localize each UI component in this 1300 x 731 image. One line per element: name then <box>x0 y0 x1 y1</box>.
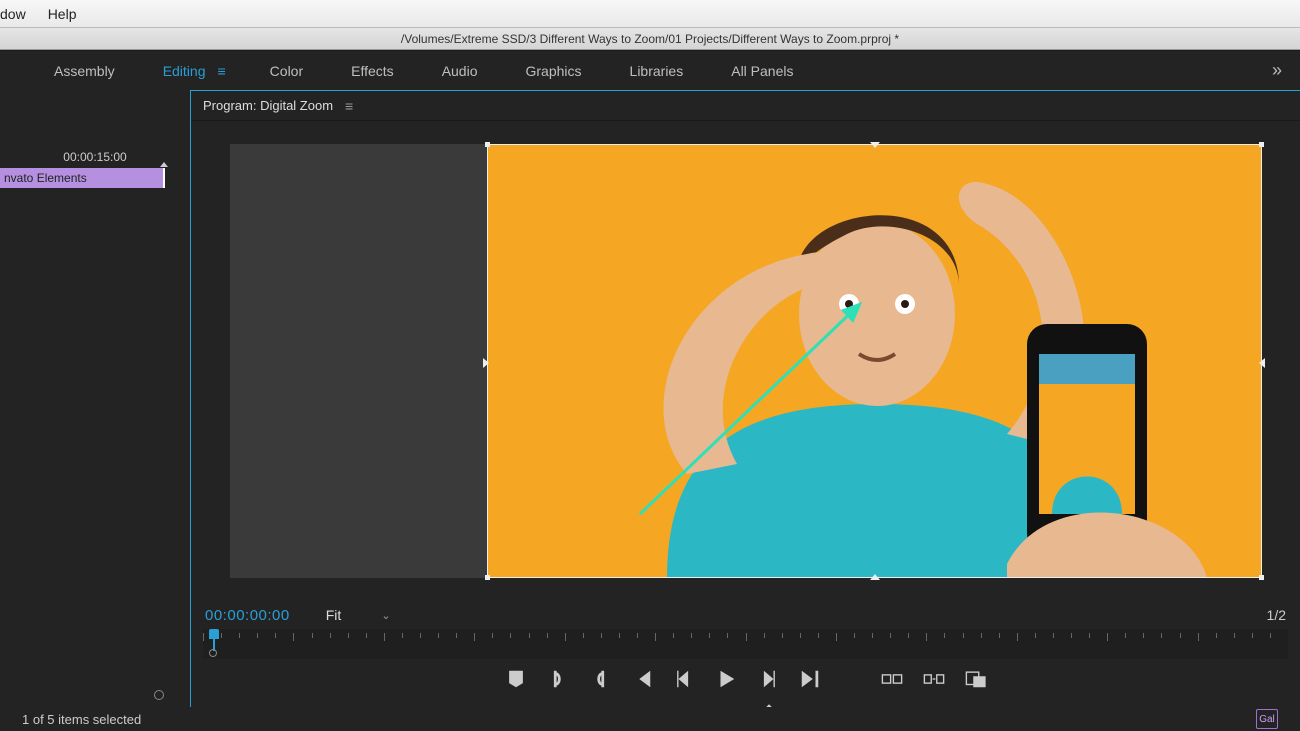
monitor-info-row: 00:00:00:00 Fit ⌄ 1/2 <box>191 601 1300 629</box>
current-timecode[interactable]: 00:00:00:00 <box>205 607 290 624</box>
program-mini-timeline[interactable] <box>203 629 1288 659</box>
workspace-libraries[interactable]: Libraries <box>606 51 708 91</box>
go-to-in-button[interactable] <box>631 668 653 690</box>
handle-br[interactable] <box>1259 575 1264 580</box>
program-panel-tab[interactable]: Program: Digital Zoom ≡ <box>191 91 1300 121</box>
handle-tr[interactable] <box>1259 142 1264 147</box>
handle-bottom[interactable] <box>870 574 880 580</box>
clip-bar[interactable]: nvato Elements <box>0 168 165 188</box>
add-marker-button[interactable] <box>505 668 527 690</box>
zoom-select[interactable]: Fit ⌄ <box>326 607 391 623</box>
monitor-canvas-area[interactable] <box>191 121 1300 601</box>
extract-button[interactable] <box>923 668 945 690</box>
zoom-scroll-handle[interactable] <box>209 649 217 657</box>
zoom-value: Fit <box>326 607 342 623</box>
mark-out-button[interactable] <box>589 668 611 690</box>
program-panel-title: Program: Digital Zoom <box>203 98 333 113</box>
video-content-illustration <box>487 144 1262 578</box>
handle-top[interactable] <box>870 142 880 148</box>
workspace-audio[interactable]: Audio <box>418 51 502 91</box>
lift-button[interactable] <box>881 668 903 690</box>
go-to-out-button[interactable] <box>799 668 821 690</box>
workspace-editing[interactable]: Editing <box>139 51 230 91</box>
source-panel: 00:00:15:00 nvato Elements <box>0 90 190 731</box>
project-path: /Volumes/Extreme SSD/3 Different Ways to… <box>401 32 899 46</box>
menu-help[interactable]: Help <box>48 6 77 22</box>
status-bar: 1 of 5 items selected Gal <box>0 707 1300 731</box>
handle-tl[interactable] <box>485 142 490 147</box>
window-titlebar: /Volumes/Extreme SSD/3 Different Ways to… <box>0 28 1300 50</box>
video-frame <box>487 144 1262 578</box>
transport-controls <box>191 659 1300 699</box>
playhead[interactable] <box>209 629 219 651</box>
workspace-color[interactable]: Color <box>246 51 327 91</box>
mark-in-button[interactable] <box>547 668 569 690</box>
workspace-effects[interactable]: Effects <box>327 51 418 91</box>
gal-badge[interactable]: Gal <box>1256 709 1278 729</box>
play-button[interactable] <box>715 668 737 690</box>
step-forward-button[interactable] <box>757 668 779 690</box>
workspace-menu-icon[interactable]: ≡ <box>218 63 246 79</box>
menu-window[interactable]: dow <box>0 6 26 22</box>
chevron-down-icon: ⌄ <box>381 609 390 622</box>
panel-menu-icon[interactable]: ≡ <box>345 98 353 114</box>
marker-icon <box>160 162 168 167</box>
workspace-overflow-icon[interactable]: » <box>1254 60 1300 81</box>
handle-left[interactable] <box>483 358 489 368</box>
workspace-bar: Assembly Editing ≡ Color Effects Audio G… <box>0 50 1300 90</box>
clip-label: nvato Elements <box>4 171 87 185</box>
program-monitor-panel: Program: Digital Zoom ≡ <box>190 90 1300 731</box>
handle-bl[interactable] <box>485 575 490 580</box>
workspace-all-panels[interactable]: All Panels <box>707 51 817 91</box>
monitor-canvas[interactable] <box>230 144 1262 578</box>
handle-right[interactable] <box>1259 358 1265 368</box>
selection-status: 1 of 5 items selected <box>22 712 141 727</box>
os-menubar[interactable]: dow Help <box>0 0 1300 28</box>
workspace-graphics[interactable]: Graphics <box>502 51 606 91</box>
resolution-fraction[interactable]: 1/2 <box>1267 607 1286 623</box>
scrollbar-thumb[interactable] <box>0 687 190 703</box>
step-back-button[interactable] <box>673 668 695 690</box>
tick-marks <box>203 633 1288 643</box>
comparison-view-button[interactable] <box>965 668 987 690</box>
workspace-assembly[interactable]: Assembly <box>30 51 139 91</box>
